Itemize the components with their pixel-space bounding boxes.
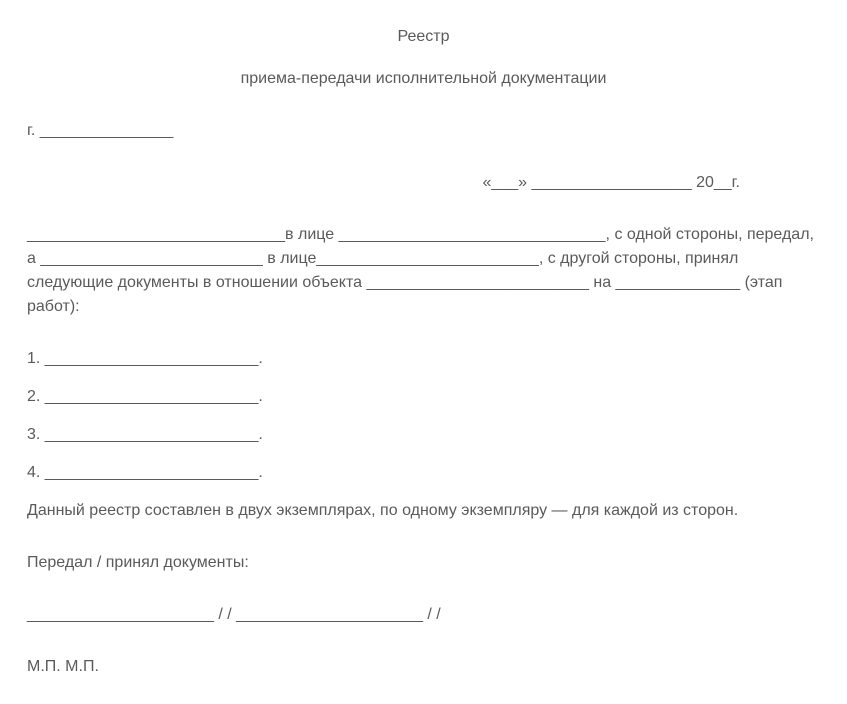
list-item-3: 3. ________________________. bbox=[27, 423, 820, 447]
copies-paragraph: Данный реестр составлен в двух экземпляр… bbox=[27, 499, 820, 523]
document-title: Реестр bbox=[27, 25, 820, 49]
list-item-1: 1. ________________________. bbox=[27, 347, 820, 371]
signature-line: _____________________ / / ______________… bbox=[27, 603, 820, 627]
list-item-4: 4. ________________________. bbox=[27, 461, 820, 485]
document-subtitle: приема-передачи исполнительной документа… bbox=[27, 67, 820, 91]
city-field-line: г. _______________ bbox=[27, 119, 820, 143]
seal-line: М.П. М.П. bbox=[27, 655, 820, 679]
transfer-accept-line: Передал / принял документы: bbox=[27, 551, 820, 575]
main-paragraph: _____________________________в лице ____… bbox=[27, 223, 820, 319]
date-field-line: «___» __________________ 20__г. bbox=[27, 171, 820, 195]
list-item-2: 2. ________________________. bbox=[27, 385, 820, 409]
